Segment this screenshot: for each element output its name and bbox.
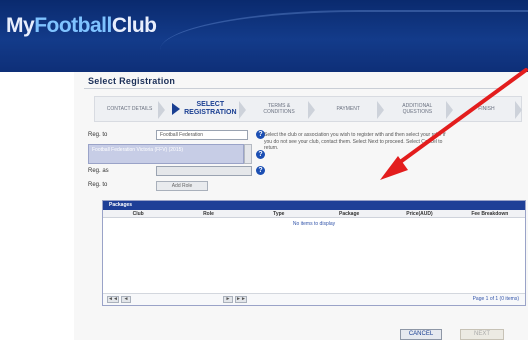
step-payment: PAYMENT [314, 97, 384, 121]
prev-page-button[interactable]: ◄ [121, 296, 131, 303]
panel-title: Packages [103, 201, 525, 210]
column-header-package[interactable]: Package [314, 210, 384, 217]
app-header: MyFootballClub [0, 0, 528, 72]
reg-to-label: Reg. to [88, 132, 108, 138]
column-header-club[interactable]: Club [103, 210, 173, 217]
step-select-registration: SELECT REGISTRATION [164, 97, 246, 121]
role-field[interactable] [156, 166, 252, 176]
step-arrow-icon [172, 103, 181, 115]
page-title: Select Registration [88, 76, 176, 86]
step-label: FINISH [478, 106, 495, 112]
registration-steps: CONTACT DETAILS SELECT REGISTRATION TERM… [94, 96, 523, 122]
logo-part-my: My [6, 14, 35, 37]
packages-panel: Packages Club Role Type Package Price(AU… [102, 200, 526, 306]
instructions-text: Select the club or association you wish … [264, 132, 446, 151]
step-terms-conditions: TERMS & CONDITIONS [245, 97, 315, 121]
step-contact-details: CONTACT DETAILS [95, 97, 166, 121]
column-header-role[interactable]: Role [173, 210, 243, 217]
step-label: CONTACT DETAILS [106, 106, 153, 112]
empty-table-message: No items to display [292, 221, 336, 227]
pager-info: Page 1 of 1 (0 items) [472, 296, 519, 302]
myfootballclub-logo[interactable]: MyFootballClub [6, 14, 157, 38]
step-label: SELECT REGISTRATION [184, 101, 237, 116]
next-button[interactable]: NEXT [460, 329, 504, 340]
column-header-type[interactable]: Type [244, 210, 314, 217]
next-page-button[interactable]: ► [223, 296, 233, 303]
title-divider [84, 88, 504, 89]
step-label: ADDITIONAL QUESTIONS [402, 103, 433, 115]
logo-part-football: Football [34, 14, 112, 37]
column-header-price[interactable]: Price(AUD) [384, 210, 454, 217]
main-content: Select Registration CONTACT DETAILS SELE… [74, 72, 528, 340]
column-header-fee-breakdown[interactable]: Fee Breakdown [455, 210, 525, 217]
table-pager: ◄◄ ◄ ► ►► Page 1 of 1 (0 items) [103, 293, 525, 305]
step-label: TERMS & CONDITIONS [263, 103, 295, 115]
registration-type-field[interactable]: Football Federation [156, 130, 248, 140]
last-page-button[interactable]: ►► [235, 296, 247, 303]
first-page-button[interactable]: ◄◄ [107, 296, 119, 303]
add-role-button[interactable]: Add Role [156, 181, 208, 191]
step-additional-questions: ADDITIONAL QUESTIONS [383, 97, 454, 121]
cancel-button[interactable]: CANCEL [400, 329, 442, 340]
logo-part-club: Club [111, 14, 157, 37]
help-icon[interactable]: ? [256, 166, 265, 175]
registration-list-scrollbar[interactable] [244, 144, 252, 164]
step-finish: FINISH [452, 97, 523, 121]
registration-list[interactable]: Football Federation Victoria (FFV) (2015… [88, 144, 244, 164]
step-label: PAYMENT [336, 106, 360, 112]
header-decoration [160, 10, 528, 72]
reg-as-label: Reg. as [88, 168, 109, 174]
reg-to-label-2: Reg. to [88, 182, 108, 188]
table-header: Club Role Type Package Price(AUD) Fee Br… [103, 210, 525, 218]
